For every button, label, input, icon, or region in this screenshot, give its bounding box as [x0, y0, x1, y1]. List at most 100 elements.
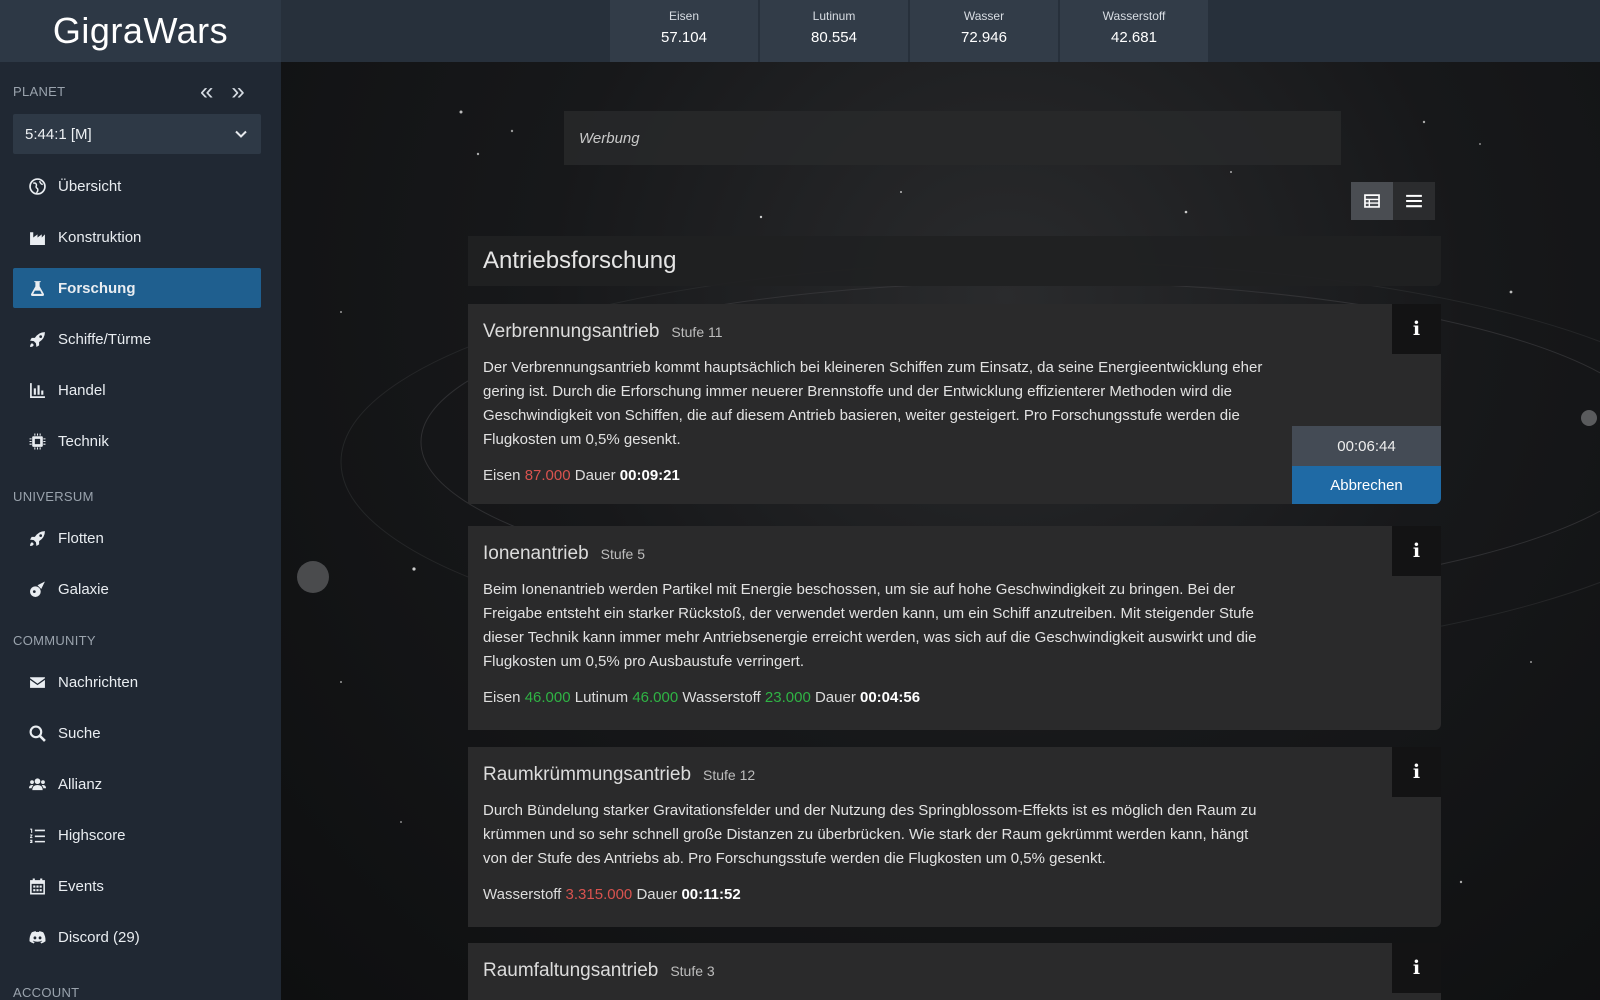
duration-value: 00:09:21	[619, 467, 680, 484]
globe-icon	[28, 177, 46, 195]
sidebar: GigraWars PLANET « » 5:44:1 [M] Übersich…	[0, 0, 281, 1000]
resource-eisen: Eisen 57.104	[610, 0, 758, 62]
rocket-icon	[28, 330, 46, 348]
double-chevron-right-icon[interactable]: »	[231, 80, 244, 104]
ad-placeholder: Werbung	[564, 111, 1341, 165]
cost-label: Eisen	[483, 689, 521, 706]
research-costs: Wasserstoff 3.315.000 Dauer 00:11:52	[483, 886, 1426, 903]
research-level: Stufe 12	[703, 767, 756, 783]
cost-amount: 87.000	[524, 467, 571, 484]
view-detail-button[interactable]	[1351, 182, 1393, 220]
sidebar-item-uebersicht[interactable]: Übersicht	[13, 166, 261, 206]
abort-button[interactable]: Abbrechen	[1292, 466, 1441, 504]
resource-value: 80.554	[811, 29, 857, 46]
research-level: Stufe 3	[670, 963, 715, 979]
cost-label: Eisen	[483, 467, 521, 484]
sidebar-item-label: Allianz	[58, 775, 103, 793]
research-card-raumkruemmungsantrieb: Raumkrümmungsantrieb Stufe 12 Durch Bünd…	[468, 747, 1441, 927]
section-header-community: COMMUNITY	[13, 633, 96, 648]
cost-label: Lutinum	[574, 689, 629, 706]
sidebar-item-label: Forschung	[58, 279, 136, 297]
duration-value: 00:11:52	[681, 886, 741, 903]
discord-icon	[28, 928, 46, 946]
sidebar-item-label: Highscore	[58, 826, 126, 844]
research-description: Beim Ionenantrieb werden Partikel mit En…	[483, 581, 1257, 670]
bars-icon	[1406, 194, 1422, 208]
resource-name: Wasser	[963, 9, 1005, 23]
research-costs: Eisen 87.000 Dauer 00:09:21	[483, 467, 1426, 484]
sidebar-item-label: Suche	[58, 724, 101, 742]
sidebar-item-suche[interactable]: Suche	[13, 713, 261, 753]
info-button[interactable]: i	[1392, 747, 1441, 797]
duration-value: 00:04:56	[860, 689, 921, 706]
cost-amount: 46.000	[632, 689, 679, 706]
info-button[interactable]: i	[1392, 943, 1441, 993]
chip-icon	[28, 432, 46, 450]
info-button[interactable]: i	[1392, 526, 1441, 576]
cost-amount: 46.000	[524, 689, 571, 706]
research-name: Ionenantrieb	[483, 543, 589, 564]
duration-label: Dauer	[636, 886, 678, 903]
sidebar-item-label: Nachrichten	[58, 673, 139, 691]
resource-name: Eisen	[668, 9, 700, 23]
search-icon	[28, 724, 46, 742]
sidebar-item-forschung[interactable]: Forschung	[13, 268, 261, 308]
research-level: Stufe 5	[600, 546, 646, 562]
view-toggle	[1351, 182, 1435, 220]
sidebar-item-label: Flotten	[58, 529, 104, 547]
category-title: Antriebsforschung	[468, 236, 1441, 286]
resource-bar: Eisen 57.104 Lutinum 80.554 Wasser 72.94…	[281, 0, 1600, 62]
resource-name: Wasserstoff	[1102, 9, 1166, 23]
sidebar-item-label: Schiffe/Türme	[58, 330, 152, 348]
section-header-universum: UNIVERSUM	[13, 489, 94, 504]
research-description: Durch Bündelung starker Gravitationsfeld…	[483, 802, 1257, 867]
planet-select-value: 5:44:1 [M]	[25, 125, 92, 143]
table-icon	[1364, 194, 1380, 208]
info-button[interactable]: i	[1392, 304, 1441, 354]
research-costs: Eisen 46.000 Lutinum 46.000 Wasserstoff …	[483, 689, 1426, 706]
sidebar-item-nachrichten[interactable]: Nachrichten	[13, 662, 261, 702]
meteor-icon	[28, 580, 46, 598]
sidebar-item-highscore[interactable]: Highscore	[13, 815, 261, 855]
sidebar-item-technik[interactable]: Technik	[13, 421, 261, 461]
duration-label: Dauer	[574, 467, 616, 484]
section-header-planet: PLANET	[13, 84, 66, 99]
view-list-button[interactable]	[1393, 182, 1435, 220]
sidebar-item-allianz[interactable]: Allianz	[13, 764, 261, 804]
research-name: Raumkrümmungsantrieb	[483, 764, 692, 785]
research-card-ionenantrieb: Ionenantrieb Stufe 5 Beim Ionenantrieb w…	[468, 526, 1441, 730]
list-ol-icon	[28, 826, 46, 844]
sidebar-item-flotten[interactable]: Flotten	[13, 518, 261, 558]
research-countdown: 00:06:44	[1292, 426, 1441, 466]
sidebar-item-handel[interactable]: Handel	[13, 370, 261, 410]
sidebar-item-discord[interactable]: Discord (29)	[13, 917, 261, 957]
double-chevron-left-icon[interactable]: «	[200, 80, 213, 104]
calendar-icon	[28, 877, 46, 895]
chart-icon	[28, 381, 46, 399]
sidebar-item-konstruktion[interactable]: Konstruktion	[13, 217, 261, 257]
planet-nav: « »	[200, 80, 245, 104]
resource-wasserstoff: Wasserstoff 42.681	[1060, 0, 1208, 62]
chevron-down-icon	[235, 130, 247, 138]
sidebar-item-galaxie[interactable]: Galaxie	[13, 569, 261, 609]
sidebar-item-events[interactable]: Events	[13, 866, 261, 906]
duration-label: Dauer	[814, 689, 856, 706]
users-icon	[28, 775, 46, 793]
resource-value: 57.104	[661, 29, 707, 46]
resource-value: 42.681	[1111, 29, 1157, 46]
sidebar-item-schiffe-tuerme[interactable]: Schiffe/Türme	[13, 319, 261, 359]
sidebar-item-label: Galaxie	[58, 580, 109, 598]
cost-amount: 3.315.000	[565, 886, 633, 903]
research-description: Der Verbrennungsantrieb kommt hauptsächl…	[483, 359, 1263, 448]
sidebar-item-label: Konstruktion	[58, 228, 142, 246]
resource-name: Lutinum	[812, 9, 856, 23]
sidebar-item-label: Handel	[58, 381, 106, 399]
envelope-icon	[28, 673, 46, 691]
sidebar-item-label: Discord (29)	[58, 928, 140, 946]
app-logo[interactable]: GigraWars	[0, 0, 281, 62]
resource-value: 72.946	[961, 29, 1007, 46]
planet-select[interactable]: 5:44:1 [M]	[13, 114, 261, 154]
flask-icon	[28, 279, 46, 297]
cost-amount: 23.000	[764, 689, 811, 706]
research-name: Raumfaltungsantrieb	[483, 960, 659, 981]
